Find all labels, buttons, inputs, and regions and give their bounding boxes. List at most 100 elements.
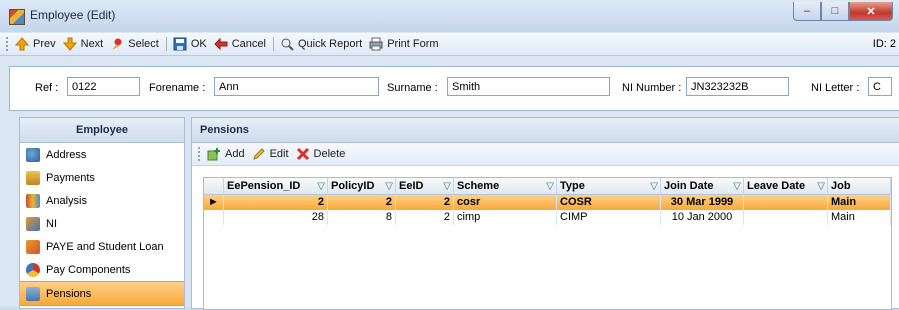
- column-header-label: EeID: [399, 180, 424, 192]
- pensions-grid: EePension_ID ▽ PolicyID ▽ EeID ▽ Scheme ▽ Ty…: [203, 177, 892, 310]
- filter-icon[interactable]: ▽: [385, 178, 393, 195]
- sidebar-item-label: Analysis: [46, 194, 87, 207]
- next-button[interactable]: Next: [62, 37, 104, 51]
- table-cell: CIMP: [557, 210, 661, 225]
- surname-field[interactable]: Smith: [447, 77, 610, 96]
- report-icon: [280, 37, 294, 51]
- table-cell: COSR: [557, 195, 661, 210]
- sidebar-item-label: Pay Components: [46, 263, 131, 276]
- prev-button[interactable]: Prev: [14, 37, 56, 51]
- column-header-label: EePension_ID: [227, 180, 301, 192]
- quick-report-button[interactable]: Quick Report: [280, 37, 362, 51]
- forename-field[interactable]: Ann: [214, 77, 379, 96]
- select-button[interactable]: Select: [110, 37, 159, 51]
- filter-icon[interactable]: ▽: [650, 178, 658, 195]
- prev-label: Prev: [33, 38, 56, 50]
- sidebar-item-analysis[interactable]: Analysis: [20, 189, 184, 212]
- column-header-label: Leave Date: [747, 180, 806, 192]
- column-header-policyid[interactable]: PolicyID ▽: [328, 178, 396, 195]
- ref-label: Ref :: [35, 82, 59, 94]
- sidebar-item-pensions[interactable]: Pensions: [20, 281, 184, 306]
- column-header-scheme[interactable]: Scheme ▽: [454, 178, 557, 195]
- cancel-label: Cancel: [231, 38, 266, 50]
- employee-edit-window: Employee (Edit) – □ ✕ Prev Next Select O…: [0, 0, 899, 310]
- quick-report-label: Quick Report: [297, 38, 363, 50]
- sidebar-item-label: NI: [46, 217, 57, 230]
- forename-label: Forename :: [149, 82, 206, 94]
- delete-label: Delete: [313, 148, 346, 160]
- table-cell: 30 Mar 1999: [661, 195, 744, 210]
- toolbar-separator: [272, 37, 274, 51]
- next-label: Next: [80, 38, 104, 50]
- minimize-button[interactable]: –: [793, 2, 821, 21]
- sidebar-item-label: Payments: [46, 171, 95, 184]
- column-header-eeid[interactable]: EeID ▽: [396, 178, 454, 195]
- filter-icon[interactable]: ▽: [546, 178, 554, 195]
- column-header-eepension-id[interactable]: EePension_ID ▽: [224, 178, 328, 195]
- column-header-label: Job: [831, 180, 851, 192]
- table-cell: 2: [396, 195, 454, 210]
- delete-button[interactable]: Delete: [296, 147, 346, 161]
- pencil-icon: [252, 147, 266, 161]
- filter-icon[interactable]: ▽: [817, 178, 825, 195]
- filter-icon[interactable]: ▽: [317, 178, 325, 195]
- sidebar-item-label: Pensions: [46, 287, 92, 300]
- toolbar-grip: [198, 147, 203, 161]
- save-icon: [173, 37, 187, 51]
- table-cell: 10 Jan 2000: [661, 210, 744, 225]
- maximize-button[interactable]: □: [821, 2, 849, 21]
- column-header-type[interactable]: Type ▽: [557, 178, 661, 195]
- ni-letter-label: NI Letter :: [811, 82, 860, 94]
- ni-letter-field[interactable]: C: [868, 77, 892, 96]
- column-header-label: Type: [560, 180, 585, 192]
- paye-icon: [26, 239, 40, 254]
- add-label: Add: [225, 148, 245, 160]
- pay-components-icon: [26, 262, 40, 277]
- sidebar-item-label: PAYE and Student Loan: [46, 240, 164, 253]
- ni-number-field[interactable]: JN323232B: [686, 77, 789, 96]
- app-icon: [9, 9, 25, 25]
- table-row[interactable]: ► 2 2 2 cosr COSR 30 Mar 1999 Main: [204, 195, 891, 210]
- window-controls: – □ ✕: [793, 2, 893, 22]
- column-header-join-date[interactable]: Join Date ▽: [661, 178, 744, 195]
- ref-field[interactable]: 0122: [67, 77, 140, 96]
- column-header-leave-date[interactable]: Leave Date ▽: [744, 178, 828, 195]
- select-icon: [110, 37, 124, 51]
- table-row[interactable]: 28 8 2 cimp CIMP 10 Jan 2000 Main: [204, 210, 891, 225]
- edit-button[interactable]: Edit: [252, 147, 289, 161]
- payments-icon: [26, 170, 40, 185]
- sidebar-item-ni[interactable]: NI: [20, 212, 184, 235]
- filter-icon[interactable]: ▽: [443, 178, 451, 195]
- filter-icon[interactable]: ▽: [733, 178, 741, 195]
- edit-label: Edit: [269, 148, 289, 160]
- record-id-label: ID: 2: [872, 38, 896, 50]
- pensions-toolbar: Add Edit Delete: [192, 143, 899, 166]
- toolbar-separator: [165, 37, 167, 51]
- close-button[interactable]: ✕: [849, 2, 893, 21]
- column-header-label: Scheme: [457, 180, 500, 192]
- table-cell: 2: [224, 195, 328, 210]
- cancel-button[interactable]: Cancel: [214, 37, 266, 51]
- sidebar-item-address[interactable]: Address: [20, 143, 184, 166]
- select-label: Select: [128, 38, 159, 50]
- toolbar-grip: [6, 37, 11, 51]
- print-form-button[interactable]: Print Form: [369, 37, 439, 51]
- sidebar-item-paye[interactable]: PAYE and Student Loan: [20, 235, 184, 258]
- table-cell: 2: [396, 210, 454, 225]
- delete-icon: [296, 147, 310, 161]
- sidebar-item-label: Address: [46, 148, 87, 161]
- arrow-up-icon: [14, 37, 30, 51]
- sidebar-title: Employee: [20, 118, 184, 143]
- sidebar-item-payments[interactable]: Payments: [20, 166, 184, 189]
- ok-button[interactable]: OK: [173, 37, 207, 51]
- add-button[interactable]: Add: [207, 147, 245, 161]
- surname-label: Surname :: [387, 82, 438, 94]
- pensions-title: Pensions: [192, 118, 899, 143]
- sidebar-item-pay-components[interactable]: Pay Components: [20, 258, 184, 281]
- print-form-label: Print Form: [387, 38, 439, 50]
- add-icon: [207, 147, 221, 161]
- table-cell: 8: [328, 210, 396, 225]
- column-header-job[interactable]: Job: [828, 178, 891, 195]
- table-cell: cimp: [454, 210, 557, 225]
- table-cell: [744, 210, 828, 225]
